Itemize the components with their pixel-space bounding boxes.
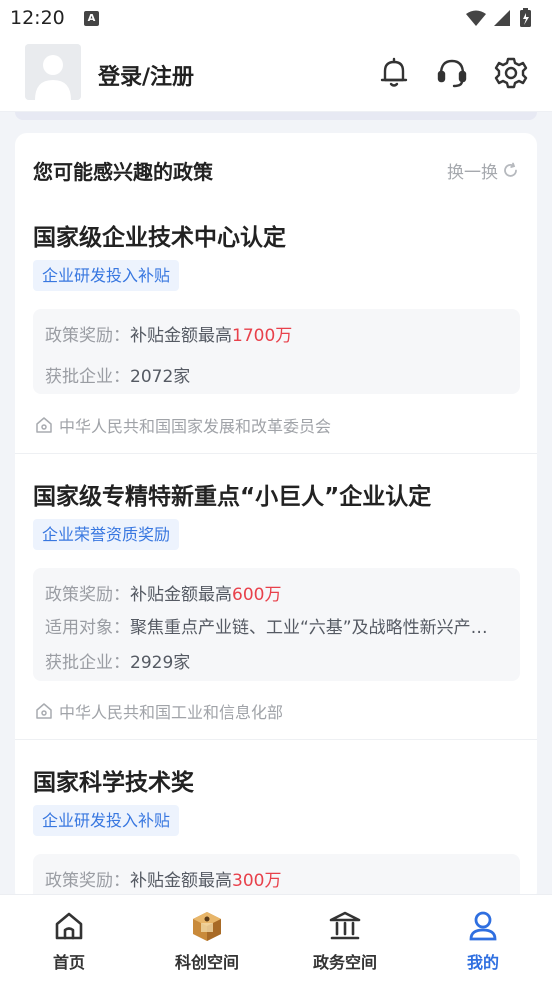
policy-tag: 企业研发投入补贴 bbox=[33, 260, 180, 291]
policy-title[interactable]: 国家科学技术奖 bbox=[33, 763, 194, 797]
tab-label: 我的 bbox=[466, 953, 499, 972]
profile-icon bbox=[469, 911, 497, 941]
tab-label: 首页 bbox=[52, 953, 85, 972]
accessibility-notification-icon: A bbox=[84, 11, 99, 26]
refresh-icon bbox=[504, 162, 517, 177]
reward-amount: 600万 bbox=[232, 585, 282, 605]
login-register-link[interactable]: 登录/注册 bbox=[98, 59, 194, 91]
status-time: 12:20 bbox=[10, 7, 65, 29]
issuing-department: 中华人民共和国国家发展和改革委员会 bbox=[35, 413, 331, 437]
bell-icon[interactable] bbox=[376, 55, 412, 91]
policy-title[interactable]: 国家级专精特新重点“小巨人”企业认定 bbox=[33, 477, 431, 511]
bottom-tab-bar: 首页 科创空间 政务空间 我的 bbox=[0, 894, 552, 983]
innovation-space-icon bbox=[193, 912, 221, 941]
policy-tag: 企业荣誉资质奖励 bbox=[33, 519, 180, 550]
reward-amount: 1700万 bbox=[232, 326, 293, 346]
previous-card-edge bbox=[15, 112, 537, 120]
tab-government-space[interactable]: 政务空间 bbox=[276, 895, 414, 983]
tab-label: 政务空间 bbox=[312, 953, 377, 972]
recommended-policies-card: 您可能感兴趣的政策 换一换 国家级企业技术中心认定 企业研发投入补贴 政策奖励：… bbox=[15, 133, 537, 903]
approved-row: 获批企业：2929家 bbox=[45, 653, 191, 673]
reward-row: 政策奖励：补贴金额最高1700万 bbox=[45, 326, 293, 346]
profile-header: 登录/注册 bbox=[0, 36, 552, 112]
refresh-label: 换一换 bbox=[447, 163, 498, 183]
tab-mine[interactable]: 我的 bbox=[414, 895, 552, 983]
reward-amount: 300万 bbox=[232, 871, 282, 891]
system-indicators-icon bbox=[466, 8, 531, 27]
tab-home[interactable]: 首页 bbox=[0, 895, 138, 983]
tab-innovation-space[interactable]: 科创空间 bbox=[138, 895, 276, 983]
home-outline-icon bbox=[36, 703, 52, 719]
reward-row: 政策奖励：补贴金额最高300万 bbox=[45, 871, 282, 891]
section-title: 您可能感兴趣的政策 bbox=[33, 160, 213, 184]
status-bar: 12:20 A bbox=[0, 0, 552, 36]
home-icon bbox=[55, 912, 83, 940]
issuing-department: 中华人民共和国工业和信息化部 bbox=[35, 699, 283, 723]
target-row: 适用对象：聚焦重点产业链、工业“六基”及战略性新兴产业领域的专精特新企业 bbox=[45, 618, 500, 638]
default-avatar-icon bbox=[25, 44, 81, 100]
headset-icon[interactable] bbox=[434, 55, 470, 91]
policy-info-box: 政策奖励：补贴金额最高600万 适用对象：聚焦重点产业链、工业“六基”及战略性新… bbox=[33, 568, 520, 681]
policy-tag: 企业研发投入补贴 bbox=[33, 805, 180, 836]
home-outline-icon bbox=[36, 417, 52, 433]
divider bbox=[15, 453, 537, 454]
government-building-icon bbox=[329, 911, 361, 940]
policy-title[interactable]: 国家级企业技术中心认定 bbox=[33, 218, 286, 252]
approved-row: 获批企业：2072家 bbox=[45, 367, 191, 387]
avatar[interactable] bbox=[25, 44, 81, 100]
refresh-button[interactable]: 换一换 bbox=[447, 158, 519, 183]
divider bbox=[15, 739, 537, 740]
tab-label: 科创空间 bbox=[174, 953, 239, 972]
gear-icon[interactable] bbox=[493, 55, 529, 91]
reward-row: 政策奖励：补贴金额最高600万 bbox=[45, 585, 282, 605]
policy-info-box: 政策奖励：补贴金额最高1700万 获批企业：2072家 bbox=[33, 309, 520, 394]
